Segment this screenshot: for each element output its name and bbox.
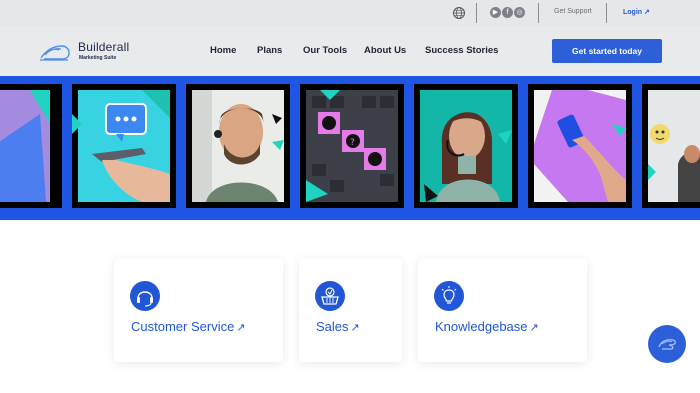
card-title: Sales bbox=[316, 319, 349, 334]
arrow-up-right-icon: ↗ bbox=[529, 322, 539, 334]
brand-tagline: Marketing Suite bbox=[79, 55, 117, 61]
banner-image-phone-hand bbox=[528, 84, 632, 208]
banner-image-keyboard-icons: ? bbox=[300, 84, 404, 208]
banner-image-support-agent-woman bbox=[414, 84, 518, 208]
card-knowledgebase[interactable]: Knowledgebase ↗ bbox=[418, 258, 587, 362]
arrow-up-right-icon: ↗ bbox=[350, 322, 360, 334]
banner-image-phone-chat bbox=[72, 84, 176, 208]
main-header: Builderall Marketing Suite Home Plans Ou… bbox=[0, 26, 700, 76]
card-title: Knowledgebase bbox=[435, 319, 528, 334]
instagram-icon[interactable]: ◎ bbox=[514, 7, 525, 18]
login-link[interactable]: Login ↗ bbox=[623, 8, 650, 16]
chat-widget-button[interactable] bbox=[648, 325, 686, 363]
facebook-icon[interactable]: f bbox=[502, 7, 513, 18]
builderall-logo[interactable]: Builderall Marketing Suite bbox=[38, 38, 138, 66]
hero-image-banner: ? bbox=[0, 76, 700, 220]
get-support-link[interactable]: Get Support bbox=[554, 8, 592, 15]
banner-image-video-call bbox=[642, 84, 700, 208]
top-utility-bar: ▶ f ◎ Get Support Login ↗ bbox=[0, 0, 700, 26]
chat-hand-icon bbox=[658, 339, 676, 350]
globe-icon[interactable] bbox=[452, 6, 466, 20]
nav-home[interactable]: Home bbox=[210, 45, 236, 56]
arrow-up-right-icon: ↗ bbox=[236, 322, 246, 334]
logo-mark-icon bbox=[40, 45, 70, 61]
svg-text:?: ? bbox=[350, 138, 355, 148]
headset-icon bbox=[130, 281, 160, 311]
banner-image-laptop bbox=[0, 84, 62, 208]
nav-our-tools[interactable]: Our Tools bbox=[303, 45, 347, 56]
card-title: Customer Service bbox=[131, 319, 235, 334]
get-started-button[interactable]: Get started today bbox=[552, 39, 662, 63]
banner-image-support-agent-man bbox=[186, 84, 290, 208]
divider bbox=[476, 3, 477, 23]
divider bbox=[538, 3, 539, 23]
card-customer-service[interactable]: Customer Service ↗ bbox=[114, 258, 283, 362]
youtube-icon[interactable]: ▶ bbox=[490, 7, 501, 18]
nav-about-us[interactable]: About Us bbox=[364, 45, 406, 56]
lightbulb-icon bbox=[434, 281, 464, 311]
basket-icon bbox=[315, 281, 345, 311]
card-sales[interactable]: Sales ↗ bbox=[299, 258, 402, 362]
nav-plans[interactable]: Plans bbox=[257, 45, 282, 56]
divider bbox=[606, 3, 607, 23]
brand-name: Builderall bbox=[78, 40, 130, 54]
nav-success-stories[interactable]: Success Stories bbox=[425, 45, 498, 56]
